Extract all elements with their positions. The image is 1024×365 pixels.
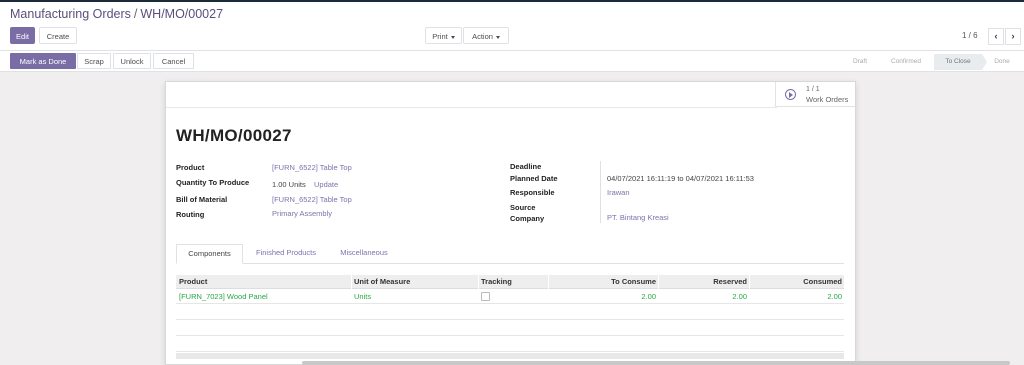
column-consumed[interactable]: Consumed [803,275,842,289]
action-dropdown[interactable]: Action [463,27,509,44]
column-divider [548,275,549,289]
column-uom[interactable]: Unit of Measure [354,275,410,289]
stage-confirmed: Confirmed [891,58,921,65]
work-orders-smart-button[interactable]: 1 / 1 Work Orders [775,82,855,107]
routing-label: Routing [176,210,205,219]
deadline-label: Deadline [510,162,542,171]
table-row[interactable]: [FURN_7023] Wood Panel Units 2.00 2.00 2… [176,289,844,304]
pager-previous-icon[interactable]: ‹ [988,28,1004,45]
tab-finished-products[interactable]: Finished Products [246,244,326,264]
record-title: WH/MO/00027 [176,126,292,145]
tab-miscellaneous[interactable]: Miscellaneous [329,244,399,264]
play-circle-icon [785,89,796,100]
print-label: Print [432,32,448,41]
row-reserved: 2.00 [732,292,747,301]
tab-components[interactable]: Components [176,244,243,264]
caret-down-icon [450,35,455,39]
row-consumed: 2.00 [827,292,842,301]
column-divider [749,275,750,289]
row-uom: Units [354,292,372,301]
scrap-button[interactable]: Scrap [77,53,111,69]
action-label: Action [472,32,493,41]
column-divider [658,275,659,289]
product-label: Product [176,163,205,172]
statusbar: Mark as Done Scrap Unlock Cancel Draft C… [0,51,1024,72]
button-box-divider [166,107,777,108]
work-orders-count: 1 / 1 [806,86,820,93]
notebook-tabs: Components Finished Products Miscellaneo… [176,244,844,264]
column-divider [351,275,352,289]
cancel-button[interactable]: Cancel [153,53,194,69]
breadcrumb: Manufacturing Orders / WH/MO/00027 [10,7,223,21]
breadcrumb-current: WH/MO/00027 [140,7,224,21]
tracking-checkbox [481,292,490,301]
control-panel: Manufacturing Orders / WH/MO/00027 Edit Cr… [0,2,1024,51]
row-product: [FURN_7023] Wood Panel [179,292,268,301]
table-row-empty [176,305,844,320]
column-to-consume[interactable]: To Consume [611,275,656,289]
column-product[interactable]: Product [179,275,207,289]
bom-label: Bill of Material [176,195,228,204]
edit-button[interactable]: Edit [10,27,35,44]
form-sheet: 1 / 1 Work Orders WH/MO/00027 Product [F… [165,81,856,365]
breadcrumb-separator: / [133,7,138,21]
bom-value-link[interactable]: [FURN_6522] Table Top [272,195,352,204]
column-tracking[interactable]: Tracking [481,275,512,289]
product-value-link[interactable]: [FURN_6522] Table Top [272,163,352,172]
print-dropdown[interactable]: Print [425,27,462,44]
responsible-value-link[interactable]: Irawan [607,188,630,197]
company-value-link[interactable]: PT. Bintang Kreasi [607,213,669,222]
pager-value[interactable]: 1 / 6 [962,31,978,40]
horizontal-scrollbar[interactable] [302,361,1010,365]
table-header: Product Unit of Measure Tracking To Cons… [176,275,844,289]
responsible-label: Responsible [510,188,555,197]
row-to-consume: 2.00 [641,292,656,301]
company-label: Company [510,214,545,223]
planned-date-value: 04/07/2021 16:11:19 to 04/07/2021 16:11:… [607,174,754,183]
stage-to-close: To Close [934,54,982,70]
work-orders-label: Work Orders [806,95,849,104]
table-row-empty [176,321,844,336]
stage-done: Done [994,58,1010,65]
source-label: Source [510,203,536,212]
mark-as-done-button[interactable]: Mark as Done [10,53,76,69]
stage-draft: Draft [852,58,868,65]
breadcrumb-parent-link[interactable]: Manufacturing Orders [10,7,131,21]
column-reserved[interactable]: Reserved [713,275,747,289]
routing-value-link[interactable]: Primary Assembly [272,209,332,218]
unlock-button[interactable]: Unlock [113,53,151,69]
create-button[interactable]: Create [39,27,77,44]
quantity-value: 1.00 Units [272,180,306,189]
column-divider [478,275,479,289]
table-row-empty [176,337,844,352]
field-separator [600,161,601,223]
pager-next-icon[interactable]: › [1005,28,1021,45]
update-quantity-link[interactable]: Update [314,180,338,189]
planned-date-label: Planned Date [510,174,558,183]
table-footer [176,353,844,359]
quantity-label: Quantity To Produce [176,178,250,187]
caret-down-icon [495,35,500,39]
